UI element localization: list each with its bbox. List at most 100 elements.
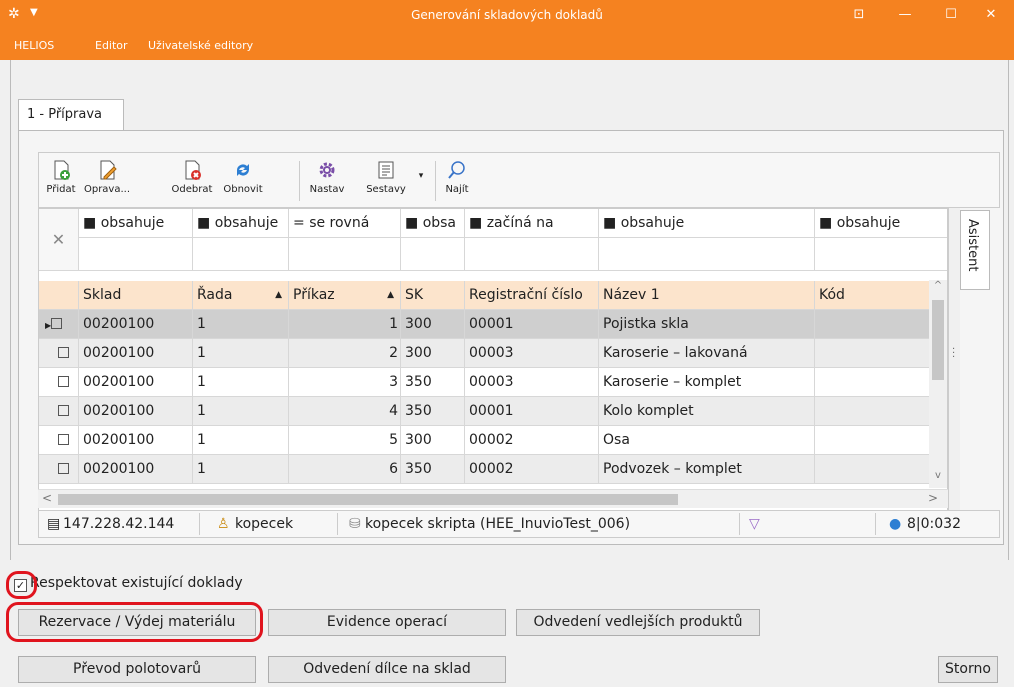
scroll-left-icon[interactable]: < xyxy=(42,491,52,505)
filter-rada[interactable]: ■ obsahuje xyxy=(193,209,289,238)
cell-registracni-cislo[interactable]: 00002 xyxy=(465,455,599,484)
assistant-side-tab[interactable]: Asistent xyxy=(960,210,990,290)
cell-prikaz[interactable]: 3 xyxy=(289,368,401,397)
cell-registracni-cislo[interactable]: 00001 xyxy=(465,397,599,426)
row-checkbox[interactable] xyxy=(58,376,69,387)
horizontal-scrollbar[interactable]: < > xyxy=(38,489,948,508)
operations-record-button[interactable]: Evidence operací xyxy=(268,609,506,636)
cell-nazev[interactable]: Podvozek – komplet xyxy=(599,455,815,484)
cell-sk[interactable]: 350 xyxy=(401,455,465,484)
scroll-down-icon[interactable]: v xyxy=(929,470,947,488)
filter-sklad[interactable]: ■ obsahuje xyxy=(79,209,193,238)
horizontal-scroll-thumb[interactable] xyxy=(58,494,678,505)
column-header-sk[interactable]: SK xyxy=(401,281,465,310)
column-header-nazev[interactable]: Název 1 xyxy=(599,281,815,310)
row-selector[interactable] xyxy=(39,397,79,426)
restore-ribbon-icon[interactable]: ⊡ xyxy=(836,0,882,30)
cell-sk[interactable]: 350 xyxy=(401,397,465,426)
cell-prikaz[interactable]: 5 xyxy=(289,426,401,455)
cell-registracni-cislo[interactable]: 00003 xyxy=(465,368,599,397)
byproducts-delivery-button[interactable]: Odvedení vedlejších produktů xyxy=(516,609,760,636)
cell-prikaz[interactable]: 2 xyxy=(289,339,401,368)
row-selector[interactable] xyxy=(39,455,79,484)
row-selector[interactable] xyxy=(39,339,79,368)
filter-input-sk[interactable] xyxy=(401,238,465,271)
reports-dropdown-icon[interactable]: ▾ xyxy=(415,171,427,181)
row-checkbox[interactable] xyxy=(58,347,69,358)
tab-priprava[interactable]: 1 - Příprava xyxy=(18,99,124,131)
row-selector[interactable] xyxy=(39,368,79,397)
cell-nazev[interactable]: Karoserie – komplet xyxy=(599,368,815,397)
scroll-up-icon[interactable]: ^ xyxy=(929,280,947,298)
find-button[interactable]: Najít xyxy=(441,159,473,195)
row-selector[interactable] xyxy=(39,426,79,455)
settings-button[interactable]: Nastav xyxy=(307,159,347,195)
cell-registracni-cislo[interactable]: 00001 xyxy=(465,310,599,339)
menu-item-user-editors[interactable]: Uživatelské editory xyxy=(148,39,253,52)
vertical-scroll-thumb[interactable] xyxy=(932,300,944,380)
semiproducts-transfer-button[interactable]: Převod polotovarů xyxy=(18,656,256,683)
scroll-right-icon[interactable]: > xyxy=(928,491,938,505)
add-button[interactable]: Přidat xyxy=(45,159,77,195)
menu-item-helios[interactable]: HELIOS xyxy=(14,39,54,52)
cell-rada[interactable]: 1 xyxy=(193,426,289,455)
filter-nazev[interactable]: ■ obsahuje xyxy=(599,209,815,238)
minimize-button[interactable]: — xyxy=(882,0,928,30)
filter-input-nazev[interactable] xyxy=(599,238,815,271)
filter-icon[interactable]: ▽ xyxy=(749,516,760,532)
header-row-selector[interactable] xyxy=(39,281,79,310)
cell-nazev[interactable]: Osa xyxy=(599,426,815,455)
filter-sk[interactable]: ■ obsa xyxy=(401,209,465,238)
cell-sklad[interactable]: 00200100 xyxy=(79,368,193,397)
cell-sklad[interactable]: 00200100 xyxy=(79,310,193,339)
row-selector[interactable]: ▶ xyxy=(39,310,79,339)
row-checkbox[interactable] xyxy=(51,318,63,329)
cell-sk[interactable]: 300 xyxy=(401,310,465,339)
cell-registracni-cislo[interactable]: 00002 xyxy=(465,426,599,455)
cell-sklad[interactable]: 00200100 xyxy=(79,397,193,426)
filter-prikaz[interactable]: = se rovná xyxy=(289,209,401,238)
side-panel-splitter[interactable]: · · · xyxy=(948,208,960,512)
cell-registracni-cislo[interactable]: 00003 xyxy=(465,339,599,368)
filter-input-prikaz[interactable] xyxy=(289,238,401,271)
cell-nazev[interactable]: Pojistka skla xyxy=(599,310,815,339)
reports-button[interactable]: Sestavy xyxy=(365,159,407,195)
cell-rada[interactable]: 1 xyxy=(193,455,289,484)
cell-sklad[interactable]: 00200100 xyxy=(79,426,193,455)
cell-sklad[interactable]: 00200100 xyxy=(79,455,193,484)
edit-button[interactable]: Oprava... xyxy=(83,159,131,195)
cell-sk[interactable]: 300 xyxy=(401,339,465,368)
cell-prikaz[interactable]: 4 xyxy=(289,397,401,426)
clear-filter-icon[interactable]: ✕ xyxy=(39,209,79,271)
part-to-warehouse-button[interactable]: Odvedení dílce na sklad xyxy=(268,656,506,683)
refresh-button[interactable]: Obnovit xyxy=(221,159,265,195)
column-header-sklad[interactable]: Sklad xyxy=(79,281,193,310)
cell-nazev[interactable]: Karoserie – lakovaná xyxy=(599,339,815,368)
row-checkbox[interactable] xyxy=(58,434,69,445)
filter-input-kod[interactable] xyxy=(815,238,947,271)
filter-kod[interactable]: ■ obsahuje xyxy=(815,209,947,238)
cell-rada[interactable]: 1 xyxy=(193,339,289,368)
remove-button[interactable]: Odebrat xyxy=(171,159,213,195)
cell-sklad[interactable]: 00200100 xyxy=(79,339,193,368)
filter-registracni-cislo[interactable]: ■ začíná na xyxy=(465,209,599,238)
respect-existing-docs-checkbox[interactable]: ✓ Respektovat existující doklady xyxy=(14,575,243,592)
cell-rada[interactable]: 1 xyxy=(193,310,289,339)
column-header-prikaz[interactable]: Příkaz ▲ xyxy=(289,281,401,310)
column-header-registracni-cislo[interactable]: Registrační číslo xyxy=(465,281,599,310)
cell-prikaz[interactable]: 1 xyxy=(289,310,401,339)
close-button[interactable]: ✕ xyxy=(968,0,1014,30)
row-checkbox[interactable] xyxy=(58,405,69,416)
column-header-rada[interactable]: Řada ▲ xyxy=(193,281,289,310)
cell-sk[interactable]: 350 xyxy=(401,368,465,397)
cell-nazev[interactable]: Kolo komplet xyxy=(599,397,815,426)
splitter-grip-icon[interactable]: · · · xyxy=(952,345,955,363)
cell-prikaz[interactable]: 6 xyxy=(289,455,401,484)
filter-input-sklad[interactable] xyxy=(79,238,193,271)
filter-input-registracni-cislo[interactable] xyxy=(465,238,599,271)
menu-item-editor[interactable]: Editor xyxy=(95,39,128,52)
row-checkbox[interactable] xyxy=(58,463,69,474)
vertical-scrollbar[interactable]: ^ v xyxy=(929,280,947,488)
cancel-button[interactable]: Storno xyxy=(938,656,998,683)
cell-rada[interactable]: 1 xyxy=(193,397,289,426)
